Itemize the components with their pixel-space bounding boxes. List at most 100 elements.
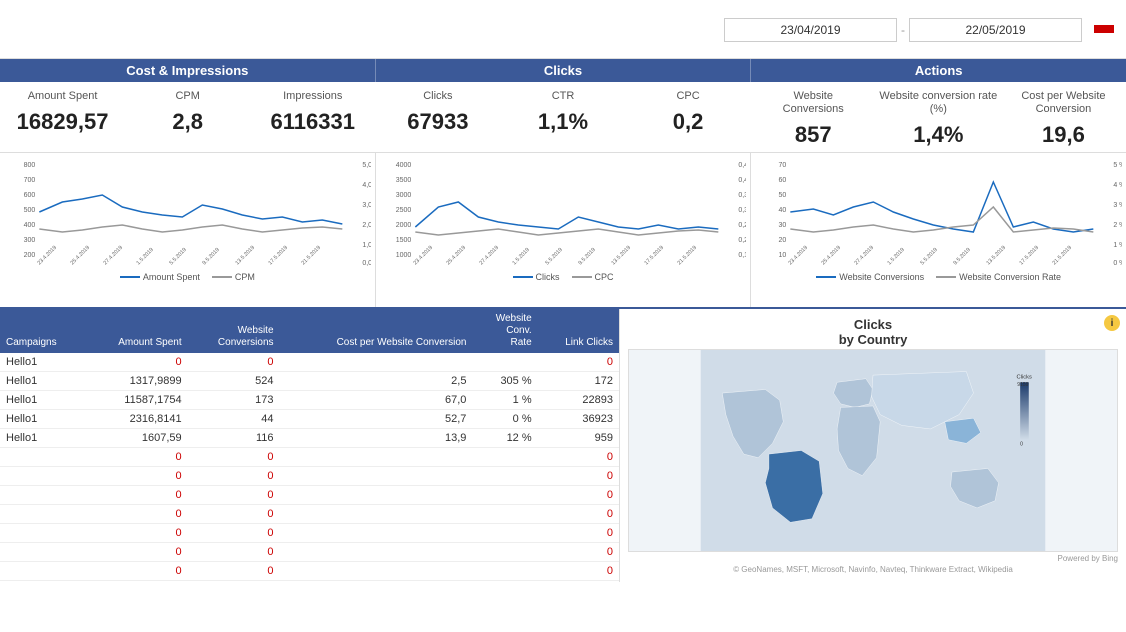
svg-text:1 %: 1 % <box>1114 242 1122 249</box>
table-cell <box>0 505 85 524</box>
table-cell: 1 % <box>472 391 537 410</box>
metrics-bar: Cost & Impressions Clicks Actions <box>0 59 1126 82</box>
kpi-website-conversions-value: 857 <box>751 122 876 148</box>
svg-text:1,00: 1,00 <box>362 242 370 249</box>
table-cell: Hello1 <box>0 410 85 429</box>
svg-text:400: 400 <box>24 222 36 229</box>
table-cell: 44 <box>188 410 280 429</box>
table-cell <box>472 353 537 372</box>
th-conv-rate: WebsiteConv.Rate <box>472 309 537 353</box>
svg-text:5.5.2019: 5.5.2019 <box>169 247 188 266</box>
table-cell: 0 <box>188 505 280 524</box>
table-cell <box>280 448 473 467</box>
table-cell: 2316,8141 <box>85 410 188 429</box>
legend-amount-spent: Amount Spent <box>120 272 200 282</box>
table-section[interactable]: Campaigns Amount Spent WebsiteConversion… <box>0 309 620 582</box>
table-cell <box>280 562 473 581</box>
table-cell <box>280 486 473 505</box>
kpi-ctr: CTR 1,1% <box>500 90 625 148</box>
table-cell: 305 % <box>472 372 537 391</box>
table-cell: 0 <box>538 486 619 505</box>
svg-text:9.5.2019: 9.5.2019 <box>202 247 221 266</box>
charts-row: 800 700 600 500 400 300 200 5,00 4,00 3,… <box>0 152 1126 307</box>
svg-text:23.4.2019: 23.4.2019 <box>412 245 434 267</box>
table-cell: 0 <box>85 353 188 372</box>
legend-website-conversions-line <box>816 276 836 278</box>
kpi-cost-per-conversion: Cost per Website Conversion 19,6 <box>1001 90 1126 148</box>
th-website-conversions: WebsiteConversions <box>188 309 280 353</box>
chart-clicks: 4000 3500 3000 2500 2000 1500 1000 0,45 … <box>376 153 752 307</box>
table-cell: 67,0 <box>280 391 473 410</box>
table-cell: 0 <box>85 562 188 581</box>
table-cell <box>0 448 85 467</box>
map-attribution: Powered by Bing <box>628 554 1118 563</box>
kpi-row: Amount Spent 16829,57 CPM 2,8 Impression… <box>0 82 1126 152</box>
kpi-conversion-rate: Website conversion rate (%) 1,4% <box>876 90 1001 148</box>
table-cell: Hello1 <box>0 391 85 410</box>
svg-text:30: 30 <box>779 222 787 229</box>
table-row: 000 <box>0 581 619 583</box>
svg-text:2000: 2000 <box>395 222 411 229</box>
svg-text:800: 800 <box>24 162 36 169</box>
table-body: Hello1000Hello11317,98995242,5305 %172He… <box>0 353 619 582</box>
chart2-legend: Clicks CPC <box>380 272 747 282</box>
kpi-cpc-value: 0,2 <box>626 109 751 135</box>
chart-cost-impressions: 800 700 600 500 400 300 200 5,00 4,00 3,… <box>0 153 376 307</box>
svg-text:200: 200 <box>24 252 36 259</box>
th-amount-spent: Amount Spent <box>85 309 188 353</box>
kpi-website-conversions-label: WebsiteConversions <box>751 90 876 116</box>
table-cell: 0 <box>538 505 619 524</box>
table-cell: 0 <box>188 467 280 486</box>
supermetrics-logo <box>1094 25 1114 33</box>
legend-cpm: CPM <box>212 272 255 282</box>
table-cell: 0 <box>85 581 188 583</box>
table-cell: 0 <box>538 524 619 543</box>
svg-text:0,40: 0,40 <box>738 177 746 184</box>
svg-text:5.5.2019: 5.5.2019 <box>920 247 939 266</box>
kpi-clicks-value: 67933 <box>375 109 500 135</box>
svg-text:5 %: 5 % <box>1114 162 1122 169</box>
start-date-input[interactable] <box>724 18 897 42</box>
table-row: Hello111587,175417367,01 %22893 <box>0 391 619 410</box>
legend-clicks-label: Clicks <box>536 272 560 282</box>
svg-text:9.5.2019: 9.5.2019 <box>953 247 972 266</box>
svg-text:3 %: 3 % <box>1114 202 1122 209</box>
svg-text:2,00: 2,00 <box>362 222 370 229</box>
metrics-group-actions: Actions <box>751 59 1126 82</box>
table-row: 000 <box>0 467 619 486</box>
table-row: Hello11607,5911613,912 %959 <box>0 429 619 448</box>
table-cell: 0 <box>188 353 280 372</box>
table-row: 000 <box>0 562 619 581</box>
svg-text:17.5.2019: 17.5.2019 <box>643 245 665 267</box>
kpi-cpm-label: CPM <box>125 90 250 103</box>
svg-text:21.5.2019: 21.5.2019 <box>1052 245 1074 267</box>
svg-text:25.4.2019: 25.4.2019 <box>821 245 843 267</box>
legend-amount-spent-label: Amount Spent <box>143 272 200 282</box>
chart3-legend: Website Conversions Website Conversion R… <box>755 272 1122 282</box>
svg-text:17.5.2019: 17.5.2019 <box>1019 245 1041 267</box>
table-cell: 0 % <box>472 410 537 429</box>
legend-clicks: Clicks <box>513 272 560 282</box>
svg-text:0,00: 0,00 <box>362 260 370 267</box>
table-cell: 2,5 <box>280 372 473 391</box>
svg-text:17.5.2019: 17.5.2019 <box>268 245 290 267</box>
svg-text:0 %: 0 % <box>1114 260 1122 267</box>
world-map-svg: Clicks 9159 0 <box>629 350 1117 551</box>
table-cell: 173 <box>188 391 280 410</box>
th-campaigns: Campaigns <box>0 309 85 353</box>
table-row: 000 <box>0 543 619 562</box>
legend-cpc: CPC <box>572 272 614 282</box>
table-cell: 172 <box>538 372 619 391</box>
table-cell: 0 <box>538 353 619 372</box>
svg-text:23.4.2019: 23.4.2019 <box>788 245 810 267</box>
table-cell: 0 <box>188 524 280 543</box>
table-cell <box>280 467 473 486</box>
svg-text:25.4.2019: 25.4.2019 <box>445 245 467 267</box>
end-date-input[interactable] <box>909 18 1082 42</box>
date-inputs: - <box>724 18 1082 42</box>
chart1-legend: Amount Spent CPM <box>4 272 371 282</box>
kpi-amount-spent-label: Amount Spent <box>0 90 125 103</box>
table-cell: 0 <box>85 524 188 543</box>
svg-text:2 %: 2 % <box>1114 222 1122 229</box>
table-row: Hello12316,81414452,70 %36923 <box>0 410 619 429</box>
